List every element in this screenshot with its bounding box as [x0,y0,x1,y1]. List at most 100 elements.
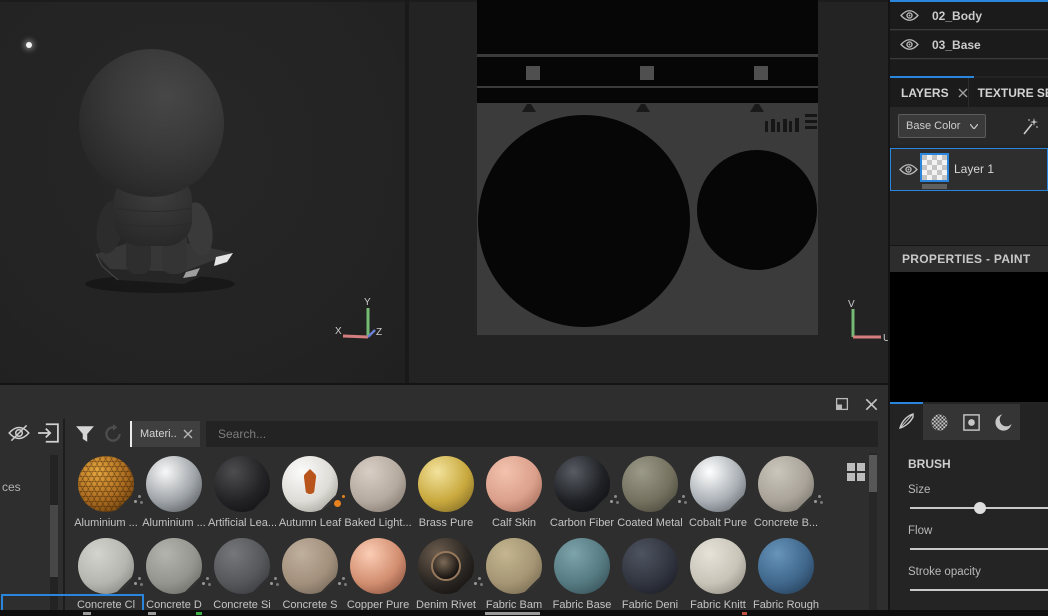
viewport-3d[interactable]: X Y Z [0,0,405,383]
uv-island-bump [636,104,650,112]
honeycomb-overlay [78,456,134,512]
material-tile[interactable]: Copper Pure [344,538,412,611]
uv-island-body-circle [697,150,817,270]
eye-icon[interactable] [899,163,918,176]
material-name: Calf Skin [491,517,537,529]
uv-texture-canvas[interactable] [477,0,818,335]
material-sphere-thumbnail [418,538,474,594]
material-sphere-thumbnail [282,538,338,594]
close-icon[interactable] [183,429,193,439]
material-sphere-thumbnail [418,456,474,512]
layer-row-selected[interactable]: Layer 1 [890,148,1048,191]
tab-material[interactable] [987,404,1019,440]
slider-handle[interactable] [974,502,986,514]
material-tile[interactable]: Cobalt Pure [684,456,752,529]
material-tile[interactable]: Carbon Fiber [548,456,616,529]
import-resources-icon[interactable] [36,422,60,444]
material-tile[interactable]: Concrete S [276,538,344,611]
hide-resources-icon[interactable] [6,422,32,444]
taskbar-mark [83,612,91,615]
axis-y-label: Y [364,297,371,308]
material-sphere-thumbnail [622,456,678,512]
material-name: Brass Pure [418,517,474,529]
material-sphere-thumbnail [214,456,270,512]
refresh-icon[interactable] [101,422,125,446]
material-tile[interactable]: Fabric Deni [616,538,684,611]
brush-size-slider[interactable] [910,502,1048,514]
brush-size-label: Size [908,484,931,496]
material-tile[interactable]: Artificial Lea... [208,456,276,529]
filter-icon[interactable] [74,423,96,445]
sidebar-scrollbar-thumb[interactable] [50,505,58,577]
material-badge [134,582,137,585]
taskbar-mark [148,612,156,615]
material-tile[interactable]: Fabric Bam [480,538,548,611]
brush-flow-slider[interactable] [910,548,1048,550]
uv-island-square [526,66,540,80]
taskbar-strip [0,610,1048,616]
material-tile[interactable]: Fabric Rough [752,538,820,611]
material-name: Coated Metal [617,517,683,529]
float-panel-icon[interactable] [834,396,850,412]
tab-texture-set-settings[interactable]: TEXTURE SET [967,78,1048,107]
uv-island-small [771,119,775,132]
material-badge [814,500,817,503]
material-badge [610,500,613,503]
material-sphere-thumbnail [78,538,134,594]
channel-select-value: Base Color [906,120,961,132]
texture-set-list-filler [890,60,1048,76]
layer-thumbnail[interactable] [920,153,949,182]
tab-alpha[interactable] [923,404,955,440]
checker-circle-icon [930,413,948,431]
texture-set-row-body[interactable]: 02_Body [890,2,1048,30]
sidebar-item-truncated[interactable]: ces [2,480,21,494]
material-sphere-thumbnail [146,456,202,512]
material-tile[interactable]: Baked Light... [344,456,412,529]
material-tile[interactable]: Denim Rivet [412,538,480,611]
material-tile[interactable]: Concrete D [140,538,208,611]
material-tile[interactable]: Aluminium ... [72,456,140,529]
material-tile[interactable]: Coated Metal [616,456,684,529]
close-shelf-icon[interactable] [863,396,879,412]
material-badge [474,582,477,585]
shelf-scrollbar-thumb[interactable] [869,455,877,492]
square-dot-icon [962,413,980,431]
uv-island-square [754,66,768,80]
grid-view-icon[interactable] [846,462,866,482]
shelf-tab-materials[interactable]: Materi.. [130,421,200,447]
axis-z-label: Z [376,327,382,338]
material-tile[interactable]: Autumn Leaf [276,456,344,529]
search-input[interactable] [206,421,878,447]
tool-subtab-bar [890,404,1048,440]
eye-icon[interactable] [900,38,919,51]
material-badge [338,582,341,585]
shelf-sidebar-divider [63,419,65,616]
tab-layers[interactable]: LAYERS [890,78,968,107]
eye-icon[interactable] [900,9,919,22]
tab-stencil[interactable] [955,404,987,440]
axis-gizmo-3d[interactable]: X Y Z [330,295,385,347]
axis-gizmo-uv: V U [848,299,888,344]
brush-section-header: BRUSH [908,457,951,471]
material-tile[interactable]: Fabric Base [548,538,616,611]
close-icon[interactable] [958,88,968,98]
texture-set-row-base[interactable]: 03_Base [890,31,1048,59]
material-tile[interactable]: Brass Pure [412,456,480,529]
tab-brush[interactable] [890,404,923,440]
material-tile[interactable]: Concrete B... [752,456,820,529]
material-sphere-thumbnail [486,538,542,594]
material-row-2: Concrete Cl Concrete D Concrete Si Concr… [72,538,820,611]
material-tile[interactable]: Calf Skin [480,456,548,529]
material-tile[interactable]: Concrete Si [208,538,276,611]
material-sphere-thumbnail [758,456,814,512]
texture-set-name: 02_Body [932,8,983,23]
taskbar-mark [485,612,540,615]
brush-stroke-opacity-slider[interactable] [910,589,1048,591]
panel-tab-bar: LAYERS TEXTURE SET [890,78,1048,107]
wand-effects-icon[interactable] [1021,117,1039,135]
channel-select[interactable]: Base Color [898,114,986,138]
material-tile[interactable]: Aluminium ... [140,456,208,529]
material-sphere-thumbnail [690,538,746,594]
material-tile[interactable]: Fabric Knitt [684,538,752,611]
channel-toolbar: Base Color [890,107,1048,145]
